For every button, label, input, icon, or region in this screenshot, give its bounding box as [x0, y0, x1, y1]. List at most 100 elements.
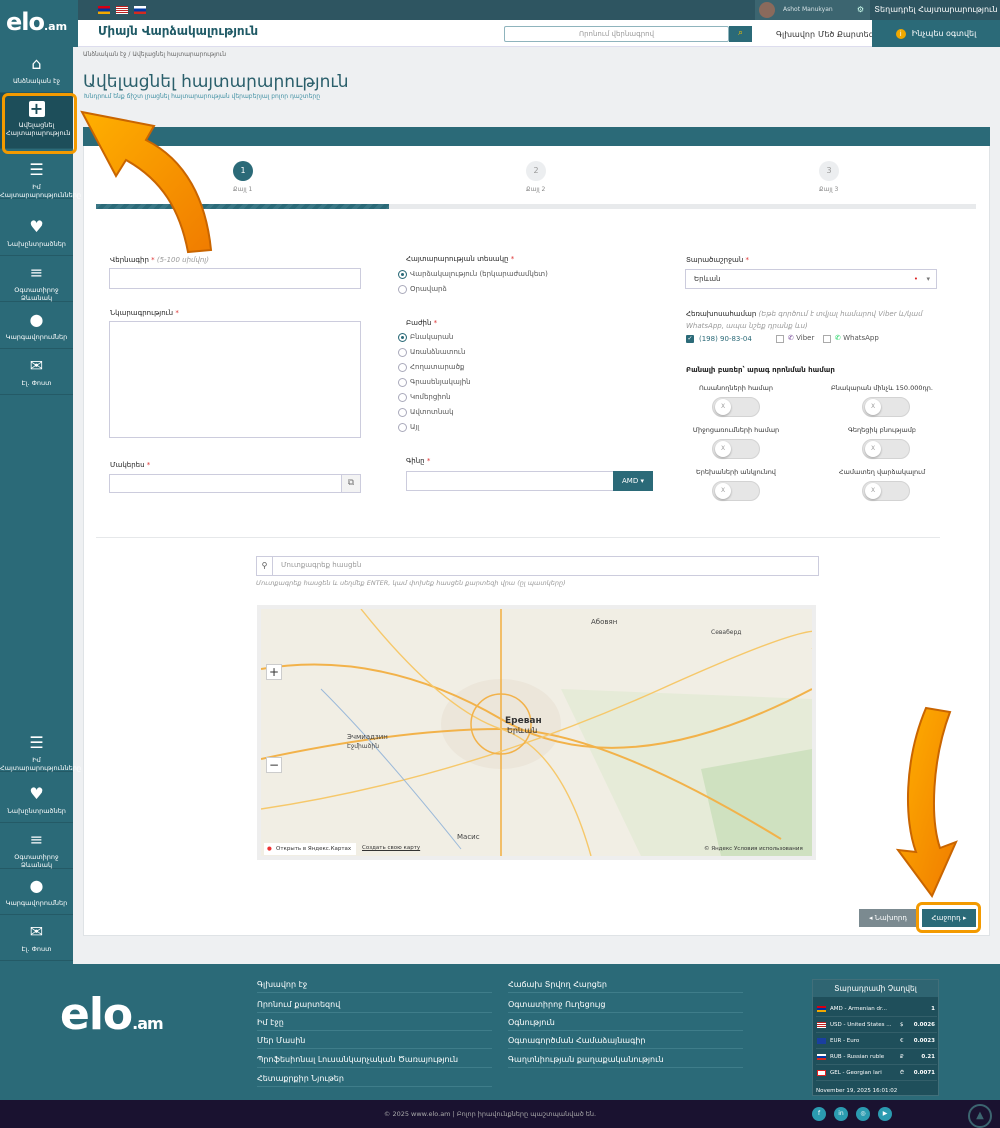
flag-ru-icon[interactable] [134, 6, 146, 14]
sidebar-item-my-ads-2[interactable]: ☰ Իմ Հայտարարությունները [0, 726, 81, 772]
home-icon: ⌂ [31, 54, 42, 73]
toggle-switch[interactable]: X [712, 439, 760, 459]
sidebar-item-email[interactable]: ✉ Էլ. Փոստ [0, 349, 73, 395]
step-1[interactable]: 1 [233, 161, 253, 181]
type-label: Հայտարարության տեսակը * [406, 255, 515, 263]
section-radio[interactable]: Բնակարան [398, 333, 453, 342]
whatsapp-checkbox[interactable] [823, 335, 831, 343]
sidebar-item-profile[interactable]: ⌂ Անձնական էջ [0, 47, 73, 93]
price-input[interactable] [406, 471, 614, 491]
toggle-switch[interactable]: X [862, 439, 910, 459]
footer-link[interactable]: Իմ էջը [257, 1018, 492, 1031]
post-ad-link[interactable]: Տեղադրել Հայտարարություն [872, 0, 1000, 20]
zoom-out-button[interactable]: − [266, 757, 282, 773]
whatsapp-icon: ✆ [835, 334, 841, 342]
toggle-switch[interactable]: X [862, 481, 910, 501]
section-radio[interactable]: Հողատարածք [398, 363, 464, 372]
svg-text:Севаберд: Севаберд [711, 629, 741, 636]
pin-icon: ● [267, 846, 272, 852]
flag-am-icon[interactable] [98, 6, 110, 14]
type-radio-rent[interactable]: Վարձակալություն (երկարաժամկետ) [398, 270, 548, 279]
map-copyright: © Яндекс Условия использования [704, 846, 803, 852]
chevron-left-icon: ◂ [868, 914, 873, 922]
facebook-icon[interactable]: f [812, 1107, 826, 1121]
sidebar-item-templates-2[interactable]: ≡ Օգտատիրոջ Ձևանակ [0, 823, 73, 869]
footer-link[interactable]: Որոնում քարտեզով [257, 1000, 492, 1013]
viber-checkbox[interactable] [776, 335, 784, 343]
phone-checkbox[interactable]: ✓ [686, 335, 694, 343]
currency-dropdown[interactable]: AMD ▾ [613, 471, 653, 491]
description-label: Նկարագրություն * [110, 309, 179, 317]
map-canvas: Ереван Երևան Эчмиадзин Էջմիածին Абовян М… [261, 609, 812, 856]
phone-number: (198) 90-83-04 [699, 335, 752, 343]
list-icon: ☰ [29, 160, 44, 179]
settings-icon[interactable]: ⚙ [857, 0, 864, 20]
rate-row: AMD - Armenian dr... 1 [816, 1002, 937, 1017]
yandex-link[interactable]: ● Открыть в Яндекс.Картах [264, 843, 356, 855]
instagram-icon[interactable]: ◎ [856, 1107, 870, 1121]
toggle-switch[interactable]: X [862, 397, 910, 417]
linkedin-icon[interactable]: in [834, 1107, 848, 1121]
section-label: Բաժին * [406, 319, 438, 327]
layers-icon: ≡ [29, 263, 44, 282]
footer-link[interactable]: Պրոֆեսիոնալ Լուսանկարչական Ծառայություն [257, 1055, 492, 1068]
toggle-label: Միջոցառումների համար [692, 426, 780, 434]
sidebar-item-my-ads[interactable]: ☰ Իմ Հայտարարությունները [0, 153, 81, 199]
sidebar-item-settings[interactable]: ● Կարգավորումներ [0, 303, 73, 349]
nav-map[interactable]: Մեծ Քարտեզ [818, 30, 874, 39]
footer-link[interactable]: Օգտագործման Համաձայնագիր [508, 1036, 743, 1049]
previous-button[interactable]: ◂ Նախորդ [859, 909, 917, 927]
section-radio[interactable]: Կոմերցիոն [398, 393, 451, 402]
step-3[interactable]: 3 [819, 161, 839, 181]
sidebar-item-settings-2[interactable]: ● Կարգավորումներ [0, 869, 73, 915]
section-radio[interactable]: Առանձնատուն [398, 348, 465, 357]
footer-link[interactable]: Գաղտնիության քաղաքականություն [508, 1055, 743, 1068]
type-radio-daily[interactable]: Օրավարձ [398, 285, 447, 294]
footer-logo[interactable]: elo.am [60, 989, 164, 1040]
toggle-switch[interactable]: X [712, 481, 760, 501]
list-icon: ☰ [29, 733, 44, 752]
toggle-switch[interactable]: X [712, 397, 760, 417]
phone-label: Հեռախոսահամար (Եթե գործում է տվյալ համար… [686, 310, 923, 330]
footer-link[interactable]: Օգտատիրոջ Ուղեցույց [508, 1000, 743, 1013]
avatar [759, 2, 775, 18]
map[interactable]: Ереван Երևան Эчмиадзин Էջմիածին Абовян М… [257, 605, 816, 860]
logo[interactable]: elo.am [0, 0, 78, 47]
nav-home[interactable]: Գլխավոր [776, 30, 815, 39]
footer-link[interactable]: Օգնություն [508, 1018, 743, 1031]
sidebar-item-templates[interactable]: ≡ Օգտատիրոջ Ձևանակ [0, 256, 73, 302]
price-label: Գինը * [406, 457, 431, 465]
footer-link[interactable]: Մեր Մասին [257, 1036, 492, 1049]
sidebar-item-favorites-2[interactable]: ♥ Նախընտրածներ [0, 777, 73, 823]
user-menu[interactable]: Ashot Manukyan ⚙ [755, 0, 870, 20]
section-radio[interactable]: Ավտոտնակ [398, 408, 454, 417]
user-icon: ● [29, 310, 44, 329]
svg-text:Էջմիածին: Էջմիածին [347, 743, 379, 750]
footer-link[interactable]: Գլխավոր էջ [257, 980, 492, 993]
area-input[interactable] [109, 474, 361, 493]
footer-link[interactable]: Հետաքրքիր Նյութեր [257, 1074, 492, 1087]
zoom-in-button[interactable]: + [266, 664, 282, 680]
toggle-label: Գեղեցիկ բնությամբ [848, 426, 916, 434]
link-icon[interactable]: ⧉ [341, 474, 361, 493]
address-input[interactable]: ⚲ Մուտքագրեք հասցեն [256, 556, 819, 576]
next-highlight-box [916, 902, 981, 933]
title-input[interactable] [109, 268, 361, 289]
scroll-top-icon[interactable]: ▲ [968, 1104, 992, 1128]
create-map-link[interactable]: Создать свою карту [362, 845, 420, 851]
currency-rates: Տարադրամի Չաղվել AMD - Armenian dr... 1 U… [812, 979, 939, 1096]
description-textarea[interactable] [109, 321, 361, 438]
section-radio[interactable]: Այլ [398, 423, 419, 432]
viber-icon: ✆ [788, 334, 794, 342]
flag-us-icon[interactable] [116, 6, 128, 14]
region-select[interactable]: Երևան ▾ • [685, 269, 937, 289]
search-button[interactable]: ⌕ [729, 26, 752, 42]
sidebar-item-favorites[interactable]: ♥ Նախընտրածներ [0, 210, 73, 256]
search-input[interactable]: Որոնում վերնագրով [504, 26, 729, 42]
sidebar-item-email-2[interactable]: ✉ Էլ. Փոստ [0, 915, 73, 961]
step-2[interactable]: 2 [526, 161, 546, 181]
help-button[interactable]: i Ինչպես օգտվել [872, 20, 1000, 47]
footer-link[interactable]: Հաճախ Տրվող Հարցեր [508, 980, 743, 993]
youtube-icon[interactable]: ▶ [878, 1107, 892, 1121]
section-radio[interactable]: Գրասենյակային [398, 378, 471, 387]
